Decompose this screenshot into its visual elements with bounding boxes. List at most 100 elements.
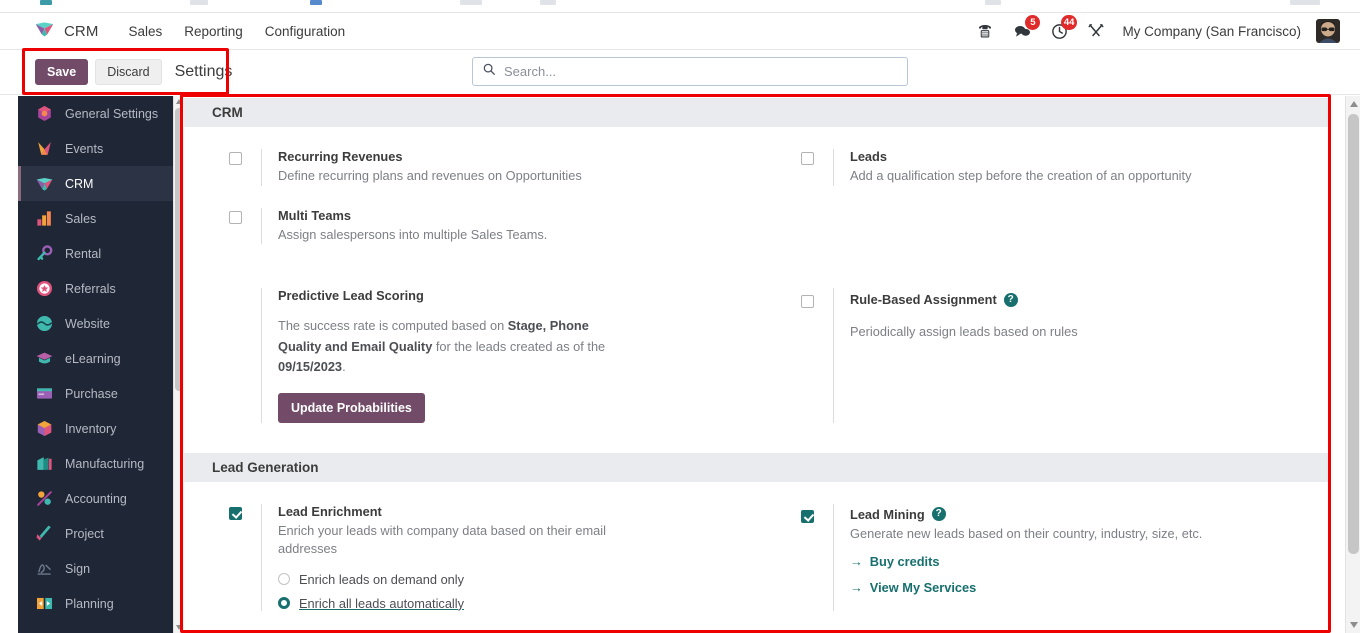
link-label: View My Services [869,580,977,596]
radio-label: Enrich leads on demand only [299,571,465,587]
scrollbar-thumb[interactable] [175,108,183,391]
scroll-up-arrow[interactable] [176,99,182,104]
pls-text-2: for the leads created as of the [432,338,606,354]
settings-gear-icon [35,104,54,123]
sidebar-label: Website [65,316,110,331]
events-icon [35,139,54,158]
view-my-services-link[interactable]: → View My Services [850,580,1328,595]
sidebar-item-rental[interactable]: Rental [18,236,173,271]
setting-predictive-lead-scoring: Predictive Lead Scoring The success rate… [184,266,756,423]
scroll-down-arrow[interactable] [176,625,182,630]
sign-pen-icon [35,559,54,578]
scrollbar-thumb[interactable] [1348,114,1359,554]
phone-icon[interactable] [974,20,996,42]
section-header-crm: CRM [184,98,1328,127]
navbar-systray: 5 44 My Company (San Francisco) [974,15,1348,43]
setting-empty-slot [756,186,1328,245]
discard-button[interactable]: Discard [95,59,162,85]
search-input[interactable]: Search... [504,64,556,79]
setting-description: Assign salespersons into multiple Sales … [278,226,548,242]
sidebar-item-events[interactable]: Events [18,131,173,166]
setting-title: Leads [850,149,887,164]
help-icon[interactable]: ? [1003,292,1018,307]
buy-credits-link[interactable]: → Buy credits [850,554,1328,569]
sidebar-item-sign[interactable]: Sign [18,551,173,586]
arrow-right-icon: → [850,580,863,596]
sidebar-item-elearning[interactable]: eLearning [18,341,173,376]
nav-link-sales[interactable]: Sales [128,24,162,39]
sidebar-label: CRM [65,176,94,191]
setting-title: Lead Mining [850,506,925,522]
browser-chrome-sliver [0,0,1360,13]
pls-text-1: The success rate is computed based on [278,318,508,334]
predictive-lead-scoring-description: The success rate is computed based on St… [278,316,626,377]
sidebar-item-project[interactable]: Project [18,516,173,551]
leads-checkbox[interactable] [801,152,814,165]
messages-icon[interactable]: 5 [1011,15,1041,42]
nav-link-reporting[interactable]: Reporting [184,24,243,39]
sidebar-item-general-settings[interactable]: General Settings [18,96,173,131]
odoo-settings-screen: CRM Sales Reporting Configuration 5 44 M… [0,0,1360,633]
pls-bold-2: 09/15/2023 [278,359,343,375]
pls-text-3: . [342,359,346,375]
page-scrollbar[interactable] [1345,96,1360,633]
top-navbar: CRM Sales Reporting Configuration 5 44 M… [0,13,1360,50]
save-button[interactable]: Save [35,59,89,85]
lead-enrichment-checkbox[interactable] [229,506,242,520]
crm-diamond-icon [34,18,55,44]
settings-content: CRM Recurring Revenues Define recurring … [184,98,1328,633]
lead-mining-checkbox[interactable] [801,509,814,523]
setting-lead-enrichment: Lead Enrichment Enrich your leads with c… [184,482,756,611]
setting-title: Recurring Revenues [278,149,403,164]
avatar[interactable] [1316,19,1340,43]
sidebar-item-manufacturing[interactable]: Manufacturing [18,446,173,481]
radio-enrich-automatically[interactable]: Enrich all leads automatically [278,596,756,611]
setting-leads: Leads Add a qualification step before th… [756,127,1328,186]
sidebar-label: Sales [65,211,97,226]
tools-wrench-icon[interactable] [1085,20,1107,42]
radio-button[interactable] [278,597,290,610]
section-header-lead-generation: Lead Generation [184,452,1328,482]
radio-button[interactable] [278,573,290,586]
website-globe-icon [35,314,54,333]
multi-teams-checkbox[interactable] [229,210,242,224]
rule-based-assignment-checkbox[interactable] [801,295,814,309]
sidebar-label: Manufacturing [65,456,145,471]
nav-link-configuration[interactable]: Configuration [265,24,345,39]
sidebar-item-purchase[interactable]: Purchase [18,376,173,411]
help-icon[interactable]: ? [931,507,946,521]
sidebar-scrollbar[interactable] [173,96,184,633]
radio-enrich-on-demand[interactable]: Enrich leads on demand only [278,572,756,587]
sidebar-item-website[interactable]: Website [18,306,173,341]
scroll-down-arrow[interactable] [1350,622,1358,628]
arrow-right-icon: → [850,554,863,570]
sidebar-item-referrals[interactable]: Referrals [18,271,173,306]
purchase-card-icon [35,384,54,403]
activities-clock-icon[interactable]: 44 [1048,15,1078,42]
sidebar-label: Referrals [65,281,116,296]
setting-title: Multi Teams [278,207,352,223]
sidebar-item-accounting[interactable]: Accounting [18,481,173,516]
company-switcher[interactable]: My Company (San Francisco) [1122,24,1301,39]
sidebar-item-crm[interactable]: CRM [18,166,173,201]
search-icon [482,62,496,81]
search-bar[interactable]: Search... [472,57,908,86]
settings-sidebar[interactable]: General Settings Events CRM Sales Rental… [18,96,173,633]
update-probabilities-button[interactable]: Update Probabilities [278,392,425,423]
scroll-up-arrow[interactable] [1350,101,1358,107]
app-brand[interactable]: CRM [34,18,98,44]
sidebar-item-planning[interactable]: Planning [18,586,173,621]
link-label: Buy credits [869,554,940,570]
sidebar-item-inventory[interactable]: Inventory [18,411,173,446]
nav-menu: Sales Reporting Configuration [128,24,345,39]
setting-title: Rule-Based Assignment [850,292,997,308]
sidebar-item-sales[interactable]: Sales [18,201,173,236]
crm-diamond-icon [35,174,54,193]
sidebar-label: Planning [65,596,114,611]
section-body-crm: Recurring Revenues Define recurring plan… [184,127,1328,453]
recurring-revenues-checkbox[interactable] [229,152,242,165]
setting-description: Add a qualification step before the crea… [850,168,1192,183]
setting-description: Periodically assign leads based on rules [850,324,1078,340]
messages-badge: 5 [1025,15,1041,30]
sidebar-label: Purchase [65,386,118,401]
